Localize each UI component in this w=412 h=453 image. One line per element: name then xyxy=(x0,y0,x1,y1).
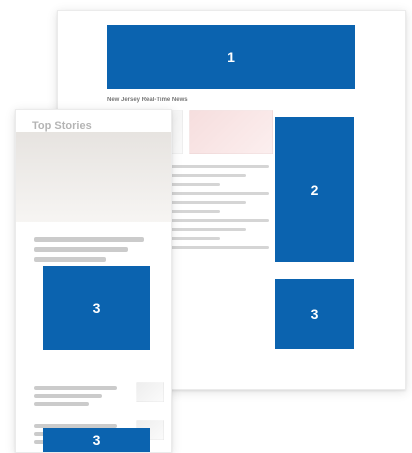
mobile-headline-lines xyxy=(34,232,154,267)
mobile-page-preview: Top Stories 3 3 xyxy=(15,109,172,453)
list-item-text xyxy=(34,382,128,410)
ad-slot-3-mobile-top-label: 3 xyxy=(92,300,101,316)
list-item xyxy=(34,382,164,410)
ad-slot-3-mobile-bottom-label: 3 xyxy=(92,432,101,448)
ad-slot-3-desktop: 3 xyxy=(275,279,354,349)
text-line xyxy=(34,257,106,262)
ad-slot-1-label: 1 xyxy=(227,49,235,65)
text-line xyxy=(34,394,102,398)
ad-slot-2: 2 xyxy=(275,117,354,262)
text-line xyxy=(34,386,117,390)
ad-slot-1: 1 xyxy=(107,25,355,89)
mobile-top-photo xyxy=(16,132,171,222)
text-line xyxy=(34,402,89,406)
text-line xyxy=(34,247,128,252)
list-item-thumbnail xyxy=(136,382,164,402)
hero-image-right xyxy=(189,110,273,154)
mobile-title: Top Stories xyxy=(32,120,92,132)
ad-slot-3-mobile-bottom: 3 xyxy=(43,428,150,452)
ad-slot-3-desktop-label: 3 xyxy=(310,306,319,322)
ad-slot-2-label: 2 xyxy=(310,181,319,198)
text-line xyxy=(34,237,145,242)
desktop-section-title: New Jersey Real-Time News xyxy=(107,97,188,103)
ad-slot-3-mobile-top: 3 xyxy=(43,266,150,350)
